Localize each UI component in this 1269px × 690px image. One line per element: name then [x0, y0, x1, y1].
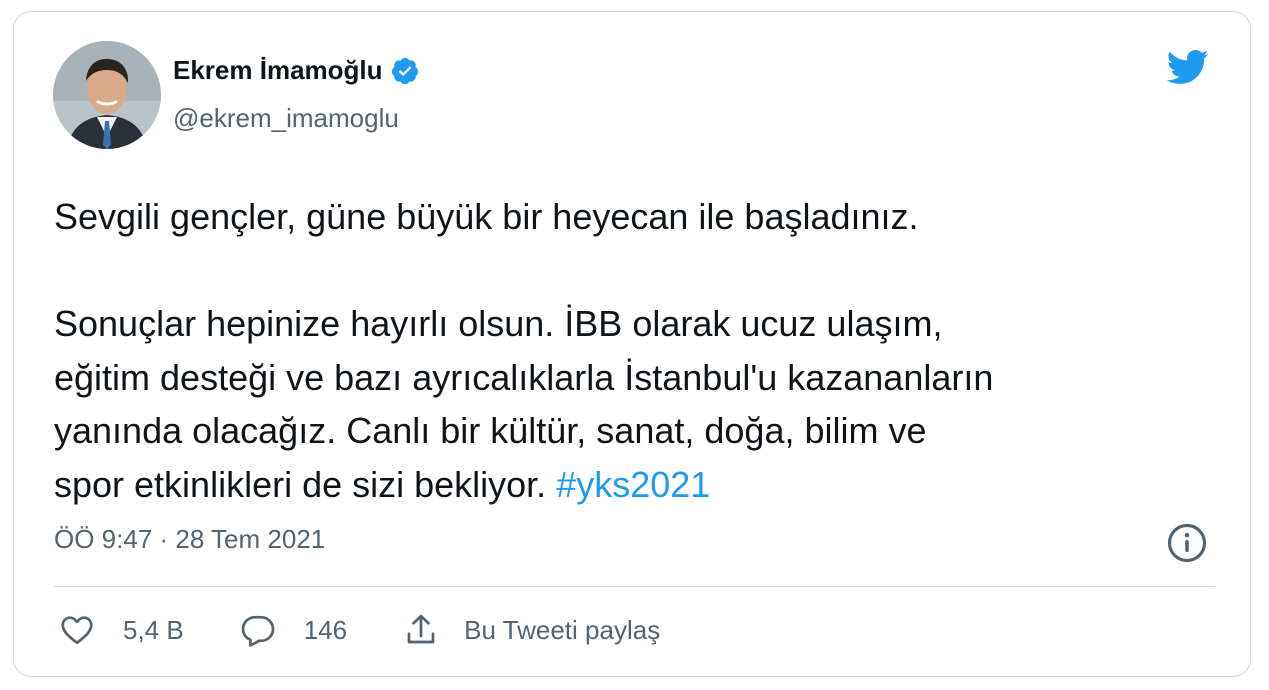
share-button[interactable]: Bu Tweeti paylaş: [403, 612, 660, 648]
author-handle[interactable]: @ekrem_imamoglu: [173, 103, 399, 134]
hashtag-link[interactable]: #yks2021: [556, 464, 710, 505]
tweet-line: Sonuçlar hepinize hayırlı olsun. İBB ola…: [54, 303, 943, 344]
like-button[interactable]: 5,4 B: [59, 612, 184, 648]
tweet-last-line: spor etkinlikleri de sizi bekliyor. #yks…: [54, 458, 1224, 512]
heart-icon: [61, 616, 93, 645]
share-label: Bu Tweeti paylaş: [464, 614, 661, 645]
info-icon[interactable]: [1166, 522, 1208, 564]
tweet-line: eğitim desteği ve bazı ayrıcalıklarla İs…: [54, 356, 994, 398]
tweet-timestamp[interactable]: ÖÖ 9:47 · 28 Tem 2021: [54, 524, 325, 555]
tweet-line: yanında olacağız. Canlı bir kültür, sana…: [54, 410, 927, 451]
tweet-line-text: spor etkinlikleri de sizi bekliyor.: [54, 463, 557, 505]
share-icon: [407, 614, 435, 644]
reply-icon: [241, 615, 275, 647]
verified-badge-icon: [391, 57, 418, 84]
tweet-card: Ekrem İmamoğlu @ekrem_imamoglu Sevgili g…: [13, 11, 1251, 677]
tweet-paragraph-1: Sevgili gençler, güne büyük bir heyecan …: [54, 196, 919, 237]
action-bar: 5,4 B 146 Bu Tweeti paylaş: [59, 612, 716, 648]
avatar[interactable]: [53, 41, 161, 149]
divider: [54, 586, 1215, 587]
like-count: 5,4 B: [123, 614, 184, 645]
twitter-bird-icon[interactable]: [1160, 45, 1214, 89]
tweet-text: Sevgili gençler, güne büyük bir heyecan …: [54, 190, 1224, 511]
author-row: Ekrem İmamoğlu: [173, 55, 420, 86]
author-name[interactable]: Ekrem İmamoğlu: [173, 55, 383, 86]
reply-count: 146: [303, 614, 348, 645]
reply-button[interactable]: 146: [240, 612, 347, 648]
